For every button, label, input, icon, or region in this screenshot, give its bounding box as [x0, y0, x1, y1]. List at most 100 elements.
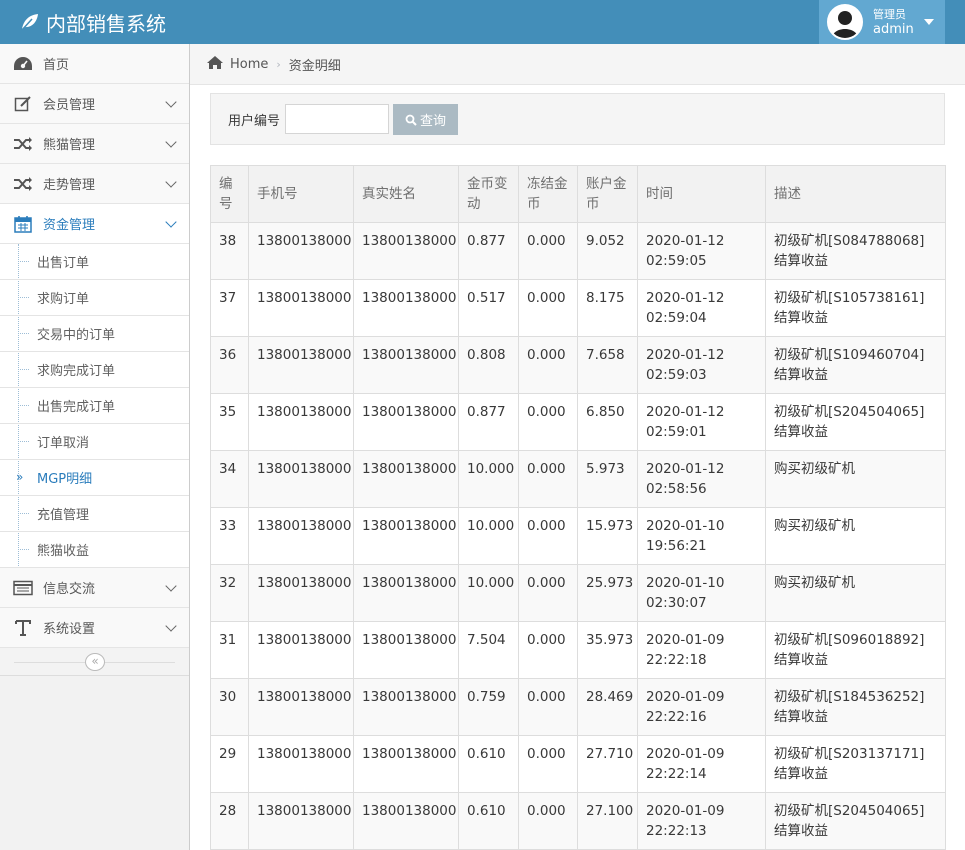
column-header: 描述: [765, 165, 946, 223]
table-cell: 30: [210, 678, 249, 736]
submenu-item-sell-orders[interactable]: 出售订单: [0, 244, 189, 280]
table-cell: 10.000: [458, 507, 519, 565]
top-navbar: 内部销售系统 管理员 admin: [0, 0, 965, 44]
table-cell: 13800138000: [353, 450, 459, 508]
sidebar-item-trend[interactable]: 走势管理: [0, 164, 189, 204]
table-cell: 13800138000: [248, 393, 354, 451]
sidebar-item-label: 信息交流: [43, 582, 96, 597]
table-row: 30 13800138000 13800138000 0.759 0.000 28.469…: [210, 678, 946, 736]
table-cell: 32: [210, 564, 249, 622]
chevron-down-icon: [165, 176, 177, 188]
table-cell: 34: [210, 450, 249, 508]
table-row: 29 13800138000 13800138000 0.610 0.000 27.710…: [210, 735, 946, 793]
breadcrumb-current: 资金明细: [288, 58, 341, 74]
table-cell: 初级矿机[S084788068]结算收益: [765, 222, 946, 280]
table-cell: 7.658: [577, 336, 638, 394]
funds-submenu: 出售订单 求购订单 交易中的订单 求购完成订单 出售完成订单 订单取消 » MGP…: [0, 244, 189, 568]
search-button[interactable]: 查询: [393, 104, 458, 135]
sidebar-collapse-bar: «: [0, 648, 189, 676]
table-cell: 2020-01-12 02:58:56: [637, 450, 766, 508]
table-cell: 2020-01-09 22:22:13: [637, 792, 766, 850]
double-angle-right-icon: »: [16, 470, 24, 484]
submenu-item-label: 出售完成订单: [37, 400, 116, 415]
chevron-down-icon: [165, 580, 177, 592]
column-header: 冻结金 币: [518, 165, 578, 223]
table-cell: 购买初级矿机: [765, 450, 946, 508]
user-id-input[interactable]: [285, 104, 389, 134]
table-cell: 29: [210, 735, 249, 793]
breadcrumb-home-link[interactable]: Home: [230, 57, 268, 72]
column-header: 账户金 币: [577, 165, 638, 223]
table-cell: 0.610: [458, 735, 519, 793]
table-cell: 0.000: [518, 393, 578, 451]
sidebar-item-label: 熊猫管理: [43, 138, 96, 153]
table-cell: 13800138000: [353, 678, 459, 736]
table-cell: 7.504: [458, 621, 519, 679]
submenu-item-label: 订单取消: [37, 436, 90, 451]
table-header-row: 编 号手机号 真实姓名 金币变 动冻结金 币账户金 币时间 描述: [210, 165, 946, 223]
table-cell: 初级矿机[S105738161]结算收益: [765, 279, 946, 337]
search-icon: [405, 114, 417, 126]
table-cell: 初级矿机[S203137171]结算收益: [765, 735, 946, 793]
sidebar-item-label: 走势管理: [43, 178, 96, 193]
submenu-item-order-cancel[interactable]: 订单取消: [0, 424, 189, 460]
table-cell: 36: [210, 336, 249, 394]
chevron-down-icon: [165, 216, 177, 228]
table-row: 36 13800138000 13800138000 0.808 0.000 7.658 2…: [210, 336, 946, 394]
sidebar-item-settings[interactable]: 系统设置: [0, 608, 189, 648]
table-cell: 0.877: [458, 393, 519, 451]
submenu-item-sell-completed[interactable]: 出售完成订单: [0, 388, 189, 424]
table-cell: 2020-01-12 02:59:01: [637, 393, 766, 451]
user-name: admin: [873, 22, 914, 37]
random-icon: [12, 173, 34, 195]
user-role: 管理员: [873, 8, 906, 21]
table-cell: 13800138000: [248, 222, 354, 280]
table-cell: 10.000: [458, 564, 519, 622]
table-row: 31 13800138000 13800138000 7.504 0.000 35.973…: [210, 621, 946, 679]
sidebar-item-home[interactable]: 首页: [0, 44, 189, 84]
submenu-item-label: 熊猫收益: [37, 544, 90, 559]
table-row: 38 13800138000 13800138000 0.877 0.000 9.052 2…: [210, 222, 946, 280]
search-panel: 用户编号 查询: [210, 93, 945, 145]
table-cell: 33: [210, 507, 249, 565]
sidebar-item-label: 系统设置: [43, 622, 96, 637]
chevron-down-icon: [165, 620, 177, 632]
brand[interactable]: 内部销售系统: [20, 7, 166, 37]
table-cell: 13800138000: [353, 222, 459, 280]
submenu-item-trading-orders[interactable]: 交易中的订单: [0, 316, 189, 352]
collapse-sidebar-button[interactable]: «: [85, 653, 105, 671]
submenu-item-mgp-detail[interactable]: » MGP明细: [0, 460, 189, 496]
sidebar-item-messages[interactable]: 信息交流: [0, 568, 189, 608]
user-info: 管理员 admin: [873, 7, 914, 37]
table-cell: 初级矿机[S204504065]结算收益: [765, 792, 946, 850]
user-icon: [829, 6, 861, 38]
table-cell: 9.052: [577, 222, 638, 280]
table-cell: 0.759: [458, 678, 519, 736]
table-cell: 27.710: [577, 735, 638, 793]
table-cell: 2020-01-12 02:59:04: [637, 279, 766, 337]
table-cell: 31: [210, 621, 249, 679]
table-cell: 0.000: [518, 678, 578, 736]
table-cell: 8.175: [577, 279, 638, 337]
sidebar-item-funds[interactable]: 资金管理: [0, 204, 189, 244]
table-row: 34 13800138000 13800138000 10.000 0.000 5.973…: [210, 450, 946, 508]
sidebar-item-members[interactable]: 会员管理: [0, 84, 189, 124]
submenu-item-label: 求购订单: [37, 292, 90, 307]
sidebar-item-panda[interactable]: 熊猫管理: [0, 124, 189, 164]
table-cell: 0.000: [518, 336, 578, 394]
submenu-item-buy-orders[interactable]: 求购订单: [0, 280, 189, 316]
user-menu[interactable]: 管理员 admin: [819, 0, 945, 44]
table-cell: 13800138000: [353, 279, 459, 337]
funds-detail-table: 编 号手机号 真实姓名 金币变 动冻结金 币账户金 币时间 描述 38 13800138…: [210, 165, 946, 850]
sidebar-item-label: 首页: [43, 58, 70, 73]
table-cell: 0.000: [518, 792, 578, 850]
table-cell: 2020-01-09 22:22:16: [637, 678, 766, 736]
random-icon: [12, 133, 34, 155]
table-cell: 13800138000: [248, 678, 354, 736]
caret-down-icon: [923, 19, 934, 25]
table-cell: 2020-01-09 22:22:18: [637, 621, 766, 679]
submenu-item-panda-income[interactable]: 熊猫收益: [0, 532, 189, 568]
table-cell: 13800138000: [248, 564, 354, 622]
submenu-item-buy-completed[interactable]: 求购完成订单: [0, 352, 189, 388]
submenu-item-recharge[interactable]: 充值管理: [0, 496, 189, 532]
